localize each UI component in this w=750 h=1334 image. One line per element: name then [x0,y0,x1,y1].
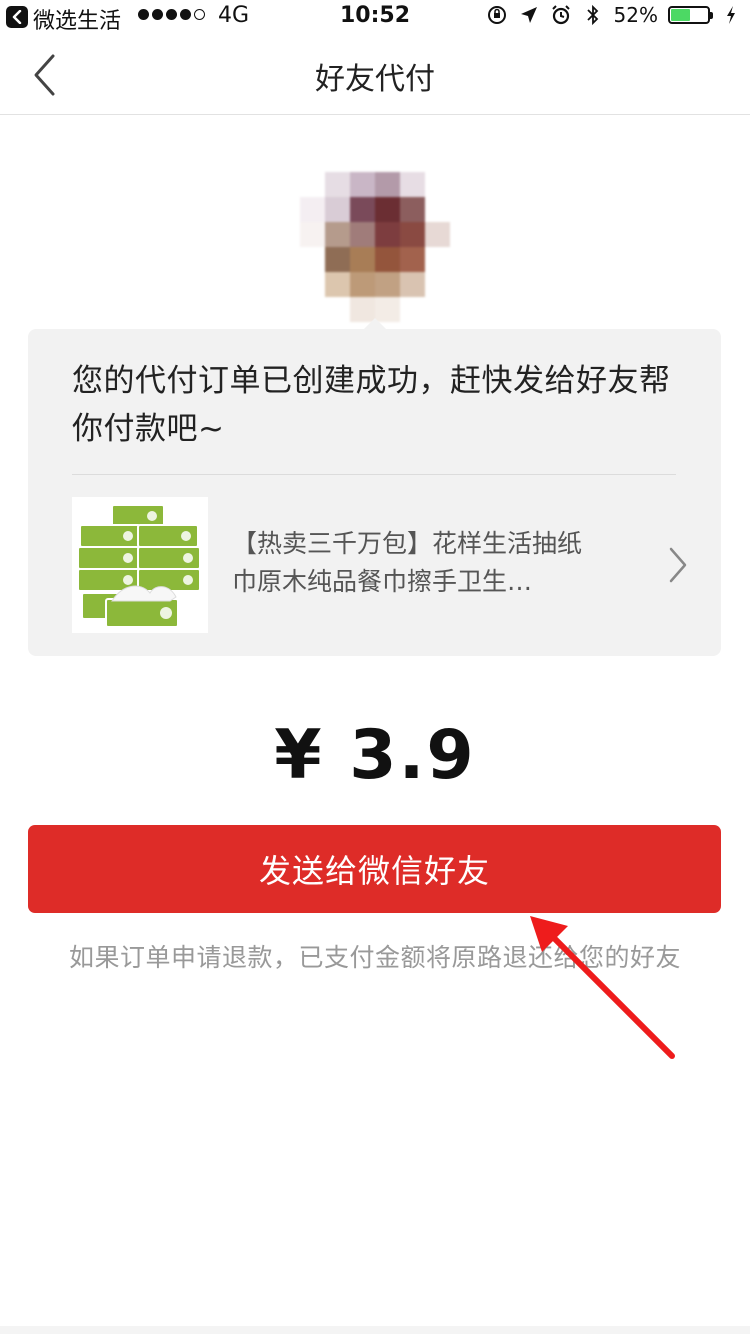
status-back-arrow-icon[interactable] [6,6,28,28]
refund-note: 如果订单申请退款，已支付金额将原路退还给您的好友 [68,943,681,972]
annotation-arrow-icon [530,916,675,1059]
battery-icon [668,6,713,24]
back-button[interactable] [24,50,64,100]
nav-bar: 好友代付 [0,36,750,115]
status-bar: 微选生活 4G 10:52 52% [0,0,750,36]
chevron-right-icon [669,547,687,583]
product-image [72,497,208,633]
friend-avatar [300,172,450,322]
order-amount: ¥ 3.9 [274,716,476,795]
order-card: 您的代付订单已创建成功，赶快发给好友帮你付款吧~ 【热卖三千万包】花样生活抽纸巾… [28,329,721,656]
order-message: 您的代付订单已创建成功，赶快发给好友帮你付款吧~ [72,363,671,447]
send-to-wechat-friend-button[interactable]: 发送给微信好友 [28,825,721,913]
signal-strength-icon [138,9,205,20]
product-link[interactable]: 【热卖三千万包】花样生活抽纸巾原木纯品餐巾擦手卫生… [72,497,692,633]
bottom-strip [0,1326,750,1334]
network-type: 4G [218,3,250,28]
battery-percent: 52% [613,3,658,27]
status-back-app-label[interactable]: 微选生活 [33,3,121,35]
chevron-left-icon [34,54,55,96]
page-title: 好友代付 [315,62,435,97]
alarm-clock-icon [550,4,572,26]
location-arrow-icon [518,4,540,26]
charging-bolt-icon [720,4,742,26]
card-divider [72,474,676,475]
orientation-lock-icon [486,4,508,26]
bluetooth-icon [582,4,604,26]
product-title: 【热卖三千万包】花样生活抽纸巾原木纯品餐巾擦手卫生… [232,529,583,596]
